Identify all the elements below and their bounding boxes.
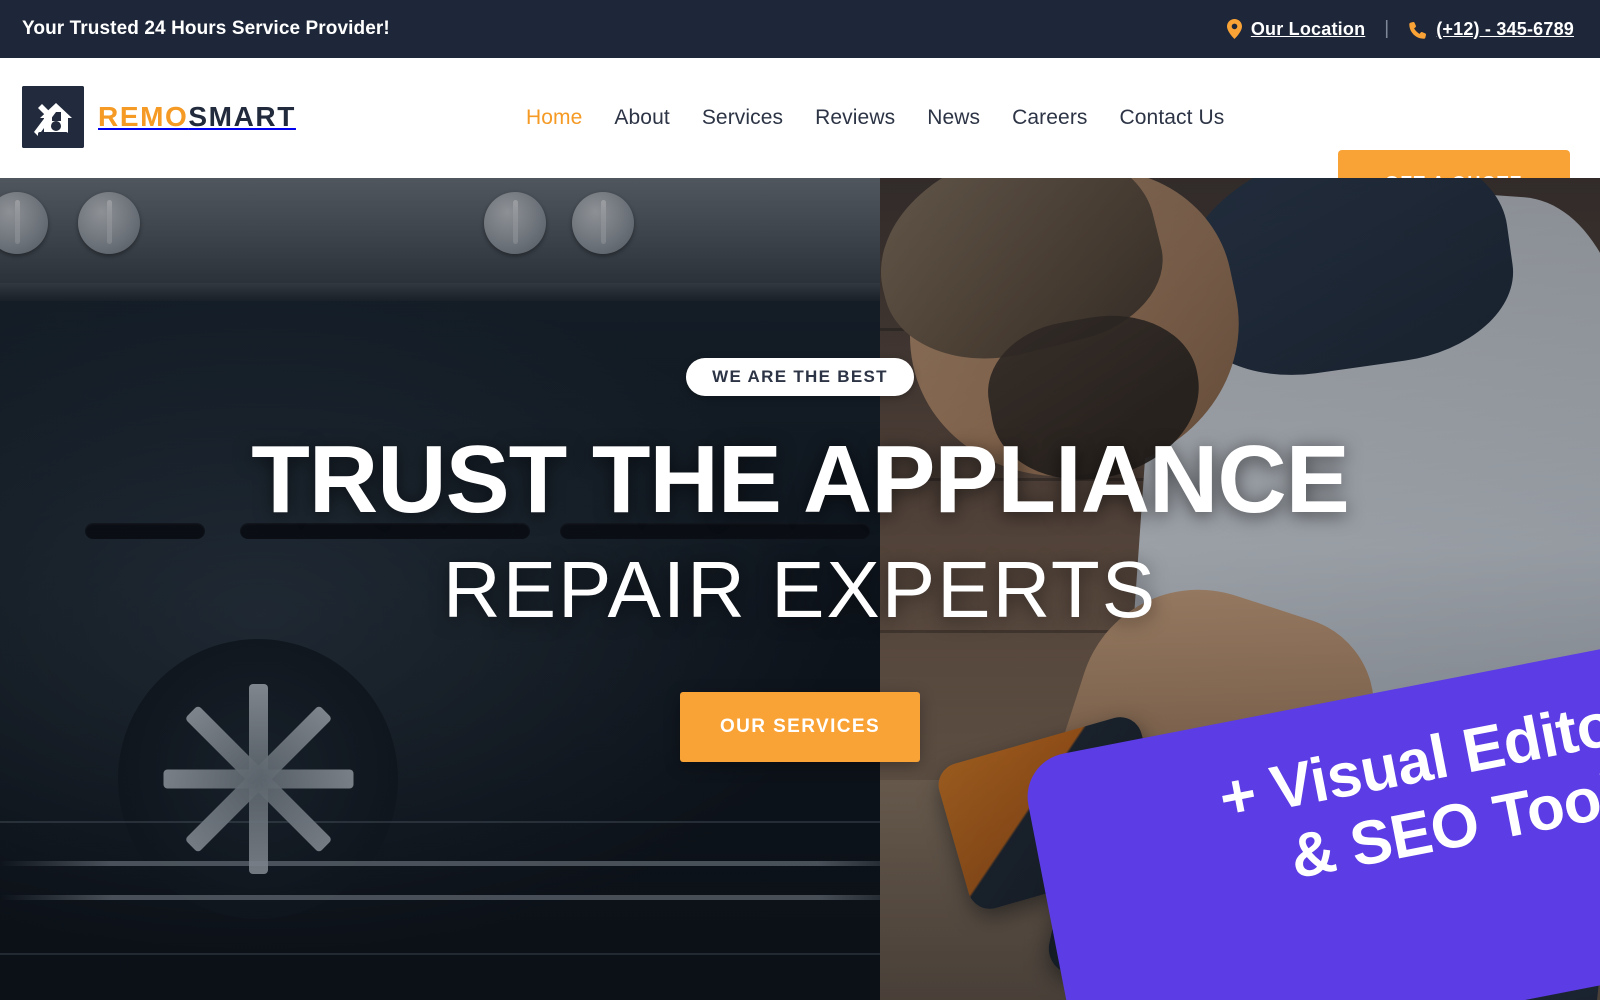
contact-divider: |: [1384, 18, 1390, 39]
page-root: Your Trusted 24 Hours Service Provider! …: [0, 0, 1600, 1000]
nav-item-services[interactable]: Services: [686, 106, 799, 130]
location-label: Our Location: [1250, 18, 1366, 39]
tagline-text: Your Trusted 24 Hours Service Provider!: [22, 18, 390, 39]
top-bar: Your Trusted 24 Hours Service Provider! …: [0, 0, 1600, 58]
nav-item-careers[interactable]: Careers: [996, 106, 1103, 130]
nav-item-contact-us[interactable]: Contact Us: [1104, 106, 1241, 130]
logo-wordmark: REMOSMART: [98, 101, 296, 133]
location-link[interactable]: Our Location: [1226, 18, 1366, 40]
phone-link[interactable]: (+12) - 345-6789: [1408, 19, 1574, 40]
hero-heading-line-2: REPAIR EXPERTS: [442, 545, 1158, 634]
hero-badge: WE ARE THE BEST: [686, 358, 914, 396]
phone-number: (+12) - 345-6789: [1436, 18, 1574, 39]
nav-item-about[interactable]: About: [598, 106, 685, 130]
our-services-button[interactable]: OUR SERVICES: [680, 692, 920, 762]
map-pin-icon: [1226, 19, 1242, 39]
phone-icon: [1408, 20, 1427, 39]
logo-word-first: REMO: [98, 101, 189, 132]
logo-word-second: SMART: [188, 101, 296, 132]
main-nav: Home About Services Reviews News Careers…: [510, 58, 1240, 178]
nav-item-home[interactable]: Home: [510, 106, 598, 130]
house-tools-logo-icon: [22, 86, 84, 148]
site-header: REMOSMART Home About Services Reviews Ne…: [0, 58, 1600, 216]
hero-heading-line-1: TRUST THE APPLIANCE: [251, 426, 1349, 533]
logo-link[interactable]: REMOSMART: [22, 86, 296, 148]
top-bar-contact-group: Our Location | (+12) - 345-6789: [1226, 18, 1574, 40]
nav-item-reviews[interactable]: Reviews: [799, 106, 911, 130]
nav-item-news[interactable]: News: [911, 106, 996, 130]
